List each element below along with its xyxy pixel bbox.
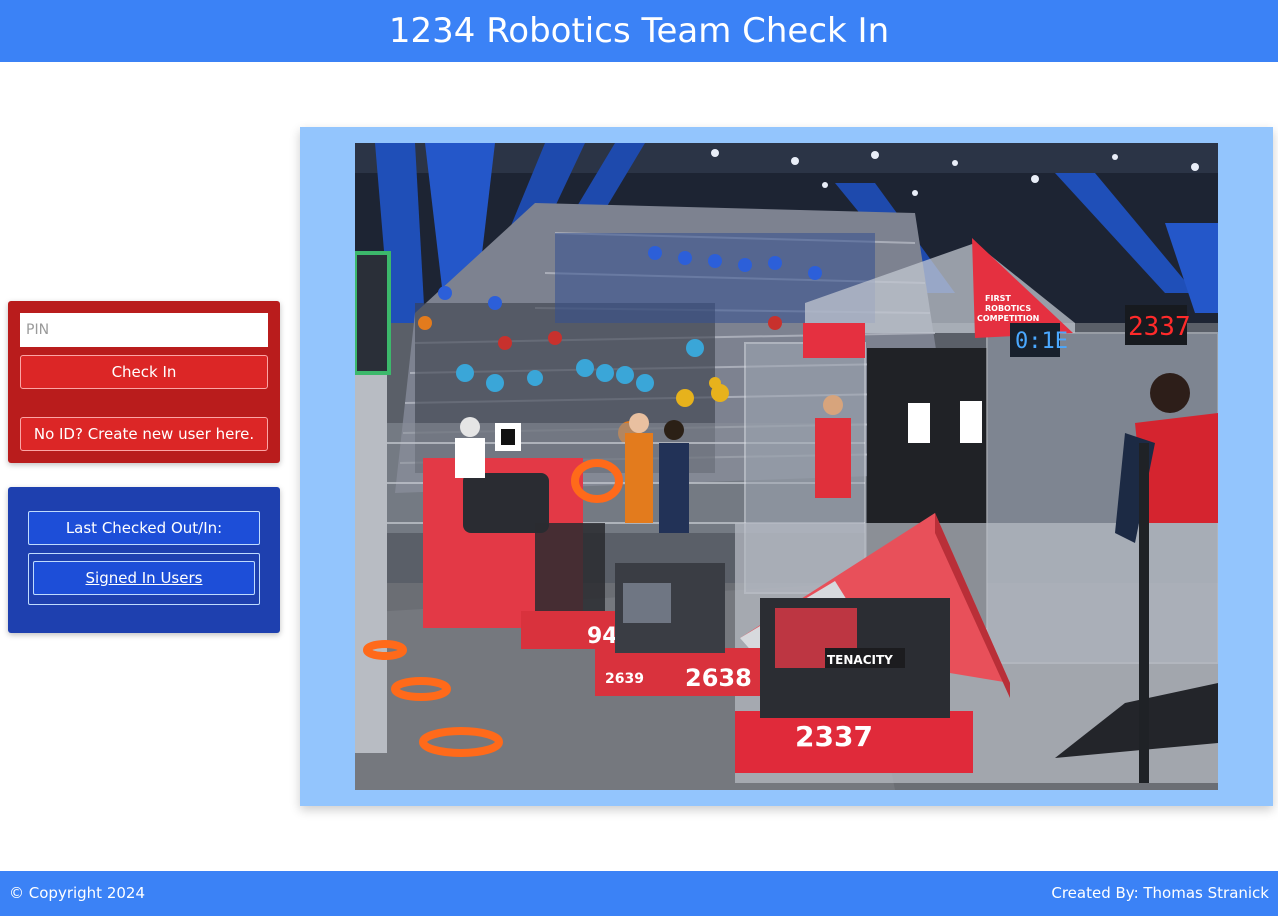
copyright-text: © Copyright 2024	[9, 884, 146, 902]
robotics-arena-illustration: FIRST ROBOTICS COMPETITION 0:1E 2337 263…	[355, 143, 1218, 790]
status-panel: Last Checked Out/In: Signed In Users	[8, 487, 280, 633]
signed-in-users-container: Signed In Users	[28, 553, 260, 605]
check-in-button[interactable]: Check In	[20, 355, 268, 389]
check-in-panel: Check In No ID? Create new user here.	[8, 301, 280, 463]
match-timer: 0:1E	[1015, 329, 1068, 354]
last-checked-label: Last Checked Out/In:	[28, 511, 260, 545]
robotics-event-photo: FIRST ROBOTICS COMPETITION 0:1E 2337 263…	[355, 143, 1218, 790]
banner-text-robotics: ROBOTICS	[985, 304, 1031, 313]
page-header: 1234 Robotics Team Check In	[0, 0, 1278, 62]
robot-number-2638: 2638	[685, 664, 752, 692]
create-user-button[interactable]: No ID? Create new user here.	[20, 417, 268, 451]
banner-text-first: FIRST	[985, 294, 1011, 303]
page-footer: © Copyright 2024 Created By: Thomas Stra…	[0, 871, 1278, 916]
robot-name-label: TENACITY	[827, 653, 893, 667]
page-title: 1234 Robotics Team Check In	[388, 11, 890, 51]
banner-text-competition: COMPETITION	[977, 314, 1039, 323]
pin-input[interactable]	[20, 313, 268, 347]
robot-number-2337: 2337	[795, 720, 873, 753]
robot-number-2639: 2639	[605, 671, 644, 687]
author-credit: Created By: Thomas Stranick	[1051, 884, 1269, 902]
photo-frame: FIRST ROBOTICS COMPETITION 0:1E 2337 263…	[300, 127, 1273, 806]
signed-in-users-link[interactable]: Signed In Users	[33, 561, 255, 595]
scoreboard-display: 2337	[1128, 312, 1191, 342]
